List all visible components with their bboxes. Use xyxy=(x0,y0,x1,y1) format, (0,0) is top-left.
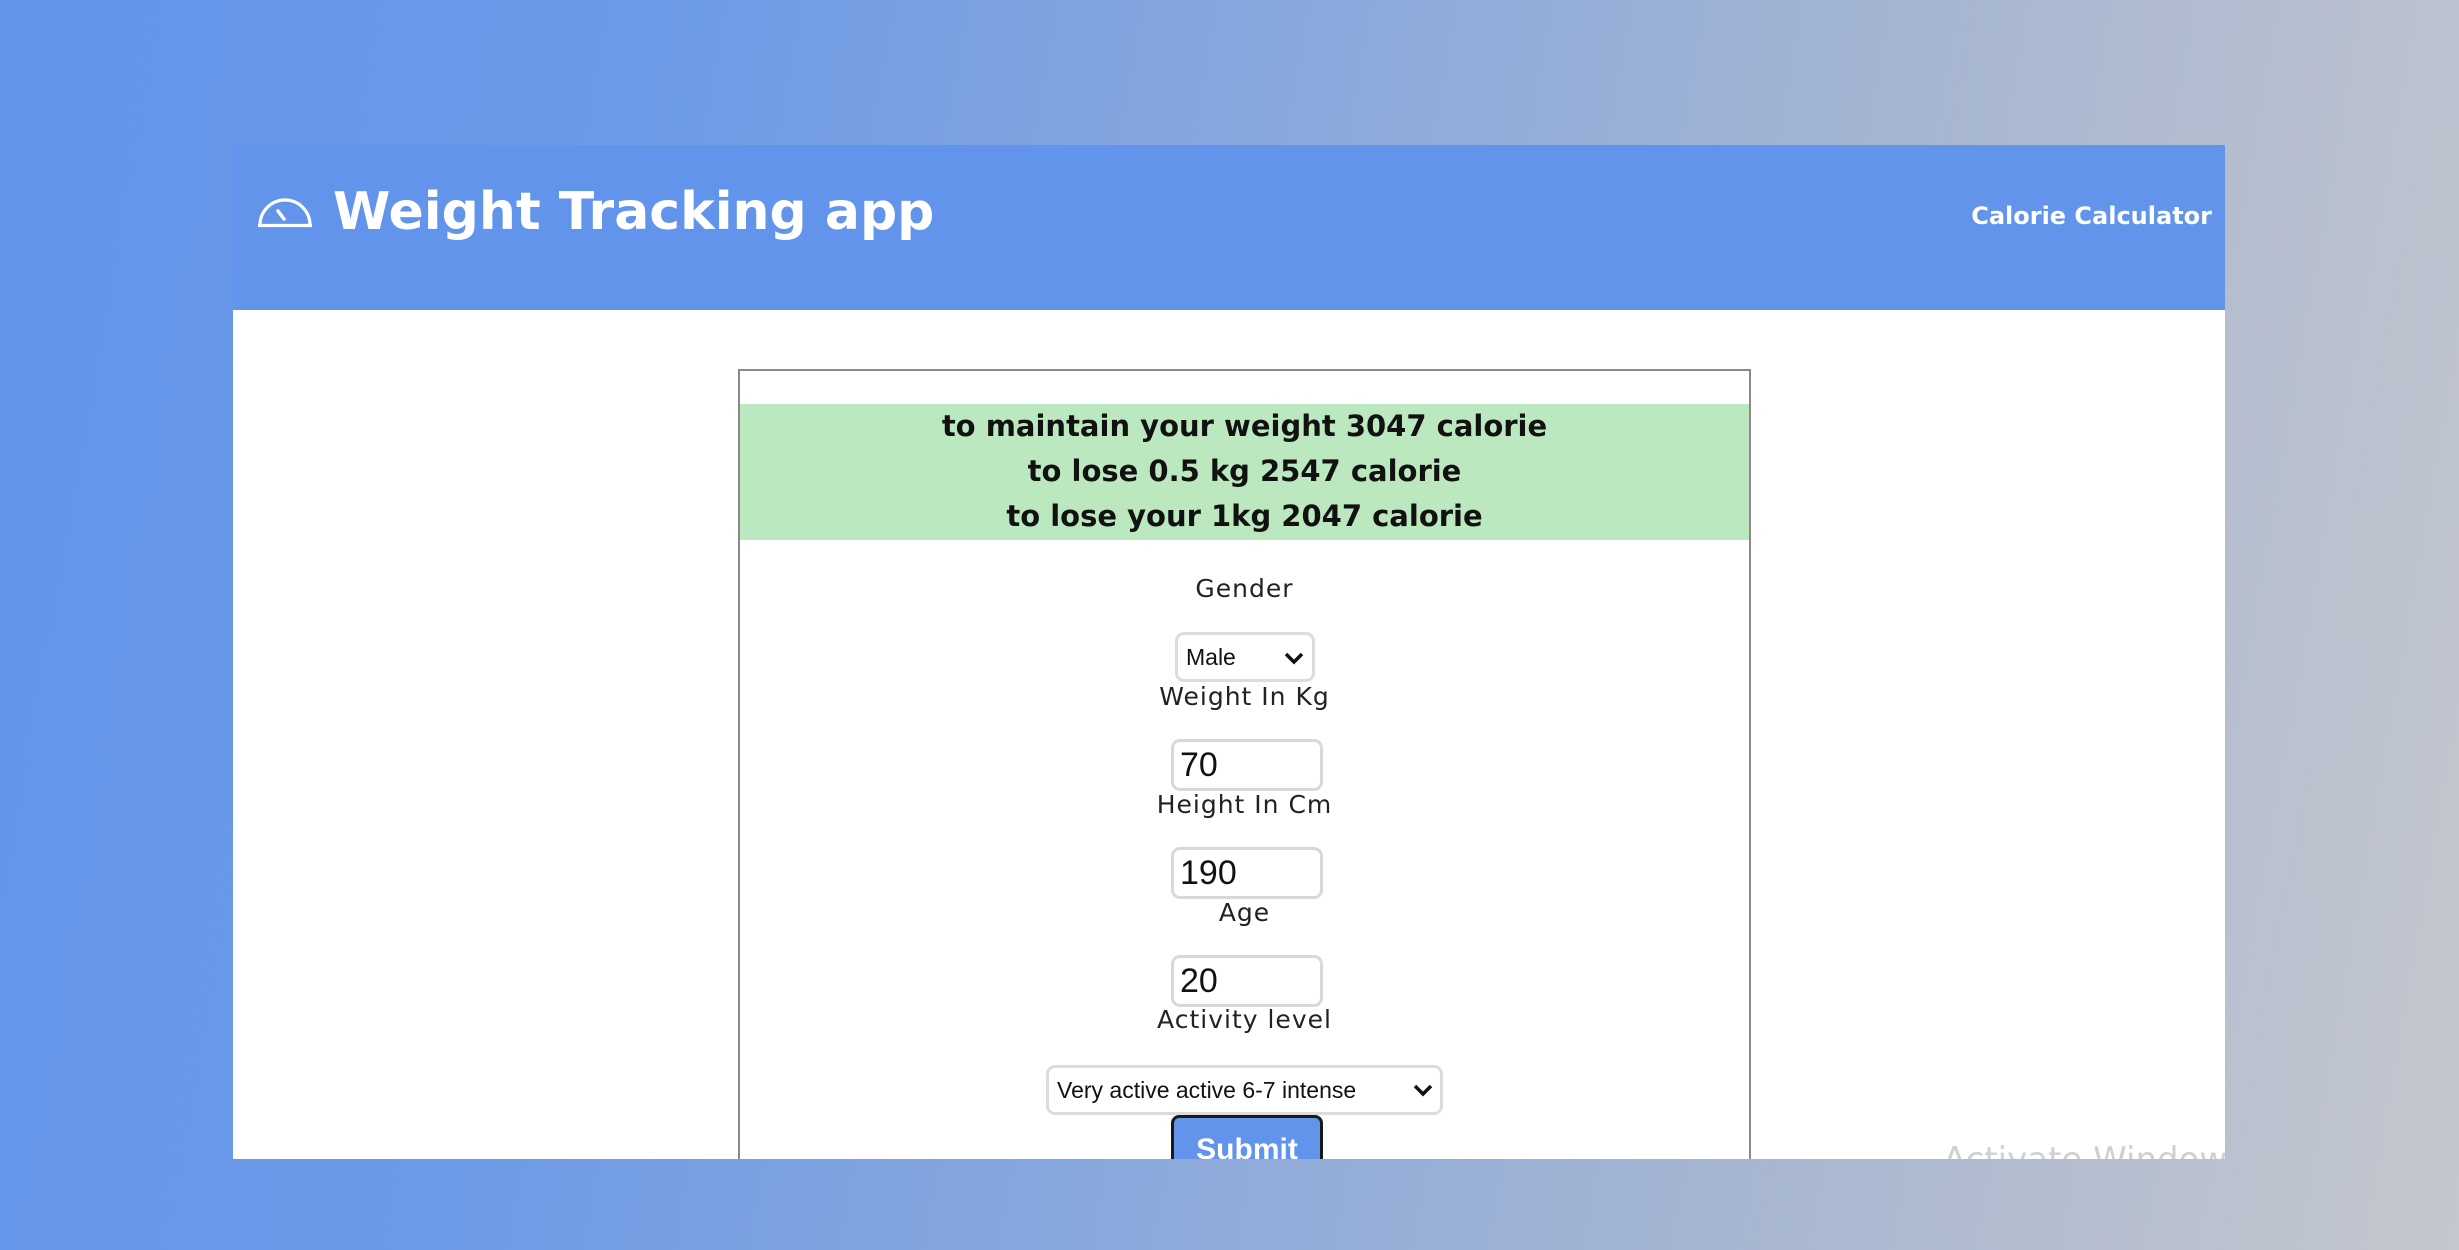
weight-input[interactable] xyxy=(1171,739,1323,791)
app-title: Weight Tracking app xyxy=(333,182,935,242)
result-maintain: to maintain your weight 3047 calorie xyxy=(941,409,1548,443)
age-label: Age xyxy=(1218,898,1271,927)
age-input[interactable] xyxy=(1171,955,1323,1007)
result-box: to maintain your weight 3047 calorie to … xyxy=(740,404,1749,540)
weight-label: Weight In Kg xyxy=(1159,682,1330,711)
calculator-card: to maintain your weight 3047 calorie to … xyxy=(738,369,1751,1159)
submit-button[interactable]: Submit xyxy=(1171,1115,1323,1159)
navbar: Weight Tracking app Calorie Calculator xyxy=(233,145,2225,310)
nav-link-calorie-calculator[interactable]: Calorie Calculator xyxy=(1971,201,2212,231)
gauge-icon xyxy=(258,198,312,228)
height-input[interactable] xyxy=(1171,847,1323,899)
activity-level-select[interactable]: Very active active 6-7 intense xyxy=(1046,1065,1443,1115)
activate-windows-watermark: Activate Windows xyxy=(1943,1140,2225,1159)
result-lose-one-kg: to lose your 1kg 2047 calorie xyxy=(1006,499,1483,533)
height-label: Height In Cm xyxy=(1156,790,1333,819)
app-window: Weight Tracking app Calorie Calculator t… xyxy=(233,145,2225,1159)
gender-select[interactable]: Male xyxy=(1175,632,1315,682)
activity-level-label: Activity level xyxy=(1157,1005,1332,1034)
result-lose-half-kg: to lose 0.5 kg 2547 calorie xyxy=(1027,454,1462,488)
gender-label: Gender xyxy=(1195,574,1294,603)
